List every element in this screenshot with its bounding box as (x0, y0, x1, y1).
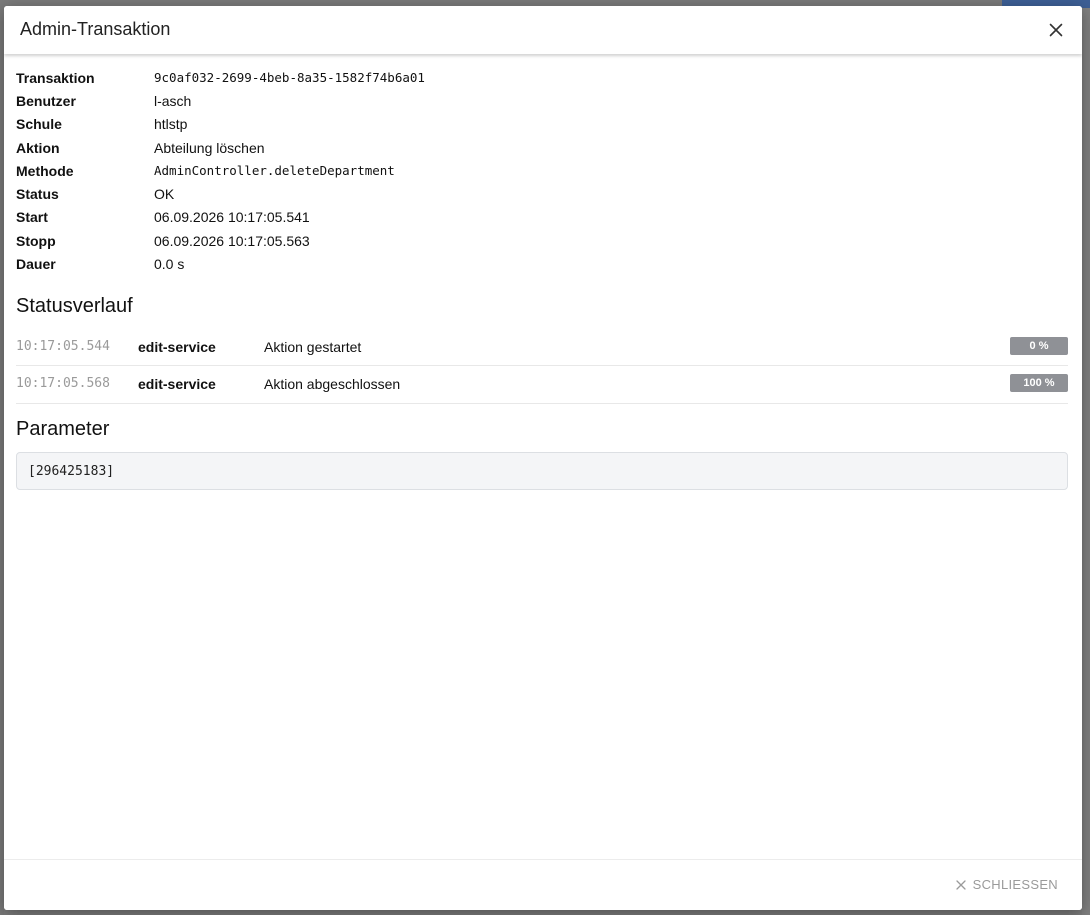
dialog-body: Transaktion 9c0af032-2699-4beb-8a35-1582… (16, 66, 1068, 490)
dialog-footer: SCHLIESSEN (4, 859, 1082, 910)
detail-label: Stopp (16, 232, 56, 249)
detail-row-schule: Schule htlstp (16, 113, 425, 136)
duration-value: 0.0 s (154, 256, 185, 273)
progress-badge: 100 % (1010, 374, 1068, 392)
log-service: edit-service (138, 339, 216, 355)
list-item: 10:17:05.568 edit-service Aktion abgesch… (16, 366, 1068, 404)
detail-label: Start (16, 209, 48, 226)
detail-row-stopp: Stopp 06.09.2026 10:17:05.563 (16, 229, 425, 252)
stop-value: 06.09.2026 10:17:05.563 (154, 232, 310, 249)
log-message: Aktion gestartet (264, 339, 362, 355)
detail-row-methode: Methode AdminController.deleteDepartment (16, 159, 425, 182)
list-item: 10:17:05.544 edit-service Aktion gestart… (16, 329, 1068, 366)
detail-label: Transaktion (16, 69, 95, 86)
dialog-header: Admin-Transaktion (4, 6, 1082, 54)
detail-row-aktion: Aktion Abteilung löschen (16, 136, 425, 159)
detail-label: Benutzer (16, 92, 76, 109)
start-value: 06.09.2026 10:17:05.541 (154, 209, 310, 226)
detail-row-benutzer: Benutzer l-asch (16, 89, 425, 112)
status-history-list: 10:17:05.544 edit-service Aktion gestart… (16, 329, 1068, 404)
close-icon[interactable] (1046, 20, 1066, 40)
log-timestamp: 10:17:05.544 (16, 339, 110, 354)
admin-transaction-dialog: Admin-Transaktion Transaktion 9c0af032-2… (4, 6, 1082, 910)
log-service: edit-service (138, 376, 216, 392)
user-value: l-asch (154, 92, 192, 109)
transaction-id-value: 9c0af032-2699-4beb-8a35-1582f74b6a01 (154, 70, 425, 86)
action-value: Abteilung löschen (154, 139, 265, 156)
method-value: AdminController.deleteDepartment (154, 163, 395, 179)
transaction-details-table: Transaktion 9c0af032-2699-4beb-8a35-1582… (16, 66, 425, 276)
dialog-title: Admin-Transaktion (20, 19, 171, 39)
detail-label: Methode (16, 162, 74, 179)
status-history-heading: Statusverlauf (16, 295, 133, 317)
background-right-edge (1082, 8, 1090, 915)
close-button-label: SCHLIESSEN (972, 877, 1058, 892)
detail-row-transaktion: Transaktion 9c0af032-2699-4beb-8a35-1582… (16, 66, 425, 89)
detail-label: Status (16, 186, 59, 203)
detail-label: Schule (16, 116, 62, 133)
detail-label: Dauer (16, 256, 56, 273)
close-icon (955, 879, 966, 890)
close-button[interactable]: SCHLIESSEN (955, 877, 1058, 892)
status-value: OK (154, 186, 175, 203)
parameters-box: [296425183] (16, 452, 1068, 490)
log-timestamp: 10:17:05.568 (16, 376, 110, 391)
school-value: htlstp (154, 116, 188, 133)
parameters-value: [296425183] (28, 464, 115, 479)
parameters-heading: Parameter (16, 418, 110, 440)
log-message: Aktion abgeschlossen (264, 376, 401, 392)
detail-row-start: Start 06.09.2026 10:17:05.541 (16, 206, 425, 229)
detail-label: Aktion (16, 139, 60, 156)
detail-row-dauer: Dauer 0.0 s (16, 252, 425, 275)
detail-row-status: Status OK (16, 182, 425, 205)
progress-badge: 0 % (1010, 337, 1068, 355)
